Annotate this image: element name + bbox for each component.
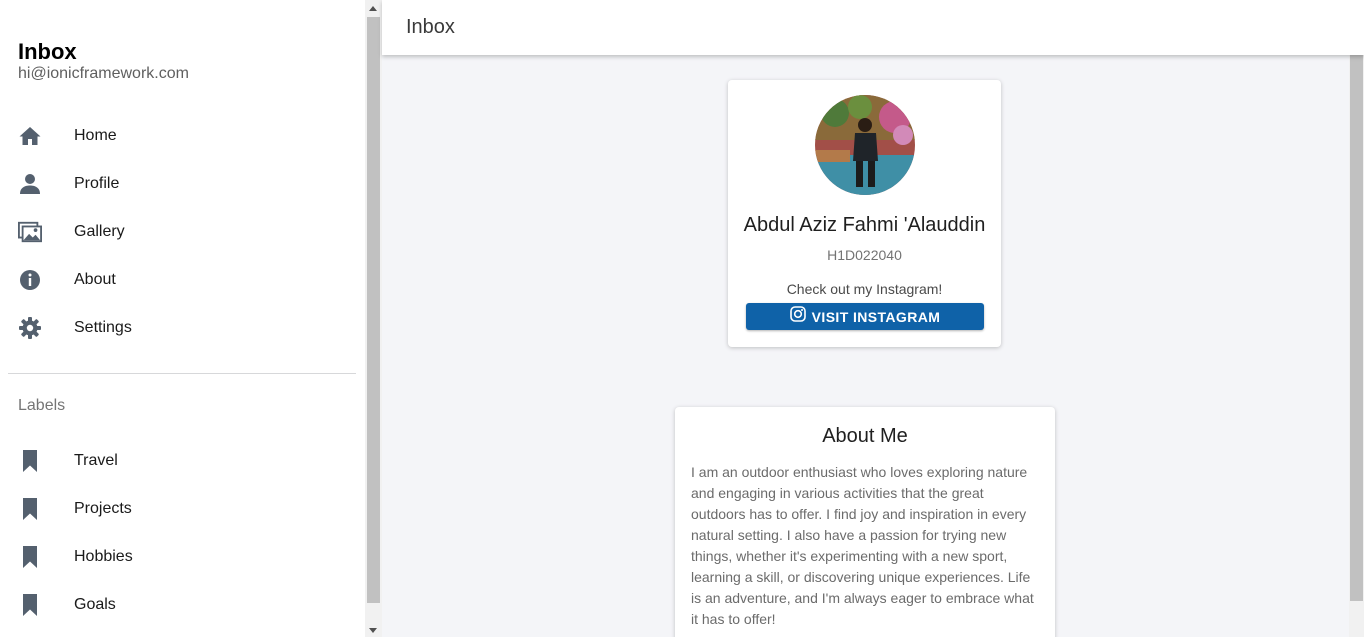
bookmark-icon <box>18 449 42 473</box>
profile-card: Abdul Aziz Fahmi 'Alauddin H1D022040 Che… <box>728 80 1001 347</box>
page-title: Inbox <box>406 16 455 38</box>
avatar <box>815 95 915 195</box>
profile-name: Abdul Aziz Fahmi 'Alauddin <box>743 214 986 236</box>
sidebar-item-gallery[interactable]: Gallery <box>0 208 365 256</box>
menu-title: Inbox <box>18 39 77 64</box>
scroll-up-arrow-icon[interactable] <box>369 6 377 11</box>
about-text: I am an outdoor enthusiast who loves exp… <box>691 464 1034 627</box>
information-icon <box>18 268 42 292</box>
page-header: Inbox <box>382 0 1364 55</box>
instagram-icon <box>789 306 806 327</box>
label-item-label: Goals <box>74 596 116 613</box>
label-item-label: Hobbies <box>74 548 133 565</box>
visit-instagram-label: VISIT INSTAGRAM <box>811 308 941 325</box>
sidebar-item-label: Gallery <box>74 223 125 240</box>
side-menu: Inbox hi@ionicframework.com Home Profile… <box>0 0 365 637</box>
label-item-label: Travel <box>74 452 118 469</box>
label-item-hobbies[interactable]: Hobbies <box>0 533 365 581</box>
bookmark-icon <box>18 545 42 569</box>
gear-icon <box>18 316 42 340</box>
sidebar-item-profile[interactable]: Profile <box>0 160 365 208</box>
menu-subtitle: hi@ionicframework.com <box>18 65 189 82</box>
main-content: Abdul Aziz Fahmi 'Alauddin H1D022040 Che… <box>382 55 1349 637</box>
sidebar-item-label: Settings <box>74 319 132 336</box>
labels-heading: Labels <box>18 397 66 414</box>
label-item-label: Projects <box>74 500 132 517</box>
content-scrollbar[interactable] <box>1349 55 1364 637</box>
bookmark-icon <box>18 497 42 521</box>
label-item-travel[interactable]: Travel <box>0 437 365 485</box>
menu-divider <box>8 373 356 374</box>
profile-id: H1D022040 <box>827 247 902 263</box>
instagram-cta-text: Check out my Instagram! <box>786 281 943 297</box>
sidebar-item-about[interactable]: About <box>0 256 365 304</box>
sidebar-scrollbar[interactable] <box>365 0 382 637</box>
sidebar-item-label: About <box>74 271 116 288</box>
sidebar-item-label: Profile <box>74 175 120 192</box>
bookmark-icon <box>18 593 42 617</box>
sidebar-scrollbar-thumb[interactable] <box>367 17 380 603</box>
sidebar-item-label: Home <box>74 127 117 144</box>
scroll-down-arrow-icon[interactable] <box>369 628 377 633</box>
sidebar-item-settings[interactable]: Settings <box>0 304 365 352</box>
label-item-goals[interactable]: Goals <box>0 581 365 629</box>
images-icon <box>18 220 42 244</box>
sidebar-item-home[interactable]: Home <box>0 112 365 160</box>
about-title: About Me <box>822 425 908 447</box>
label-item-projects[interactable]: Projects <box>0 485 365 533</box>
person-icon <box>18 172 42 196</box>
about-card: About Me I am an outdoor enthusiast who … <box>675 407 1055 637</box>
home-icon <box>18 124 42 148</box>
visit-instagram-button[interactable]: VISIT INSTAGRAM <box>746 303 984 330</box>
content-scrollbar-thumb[interactable] <box>1350 55 1363 601</box>
